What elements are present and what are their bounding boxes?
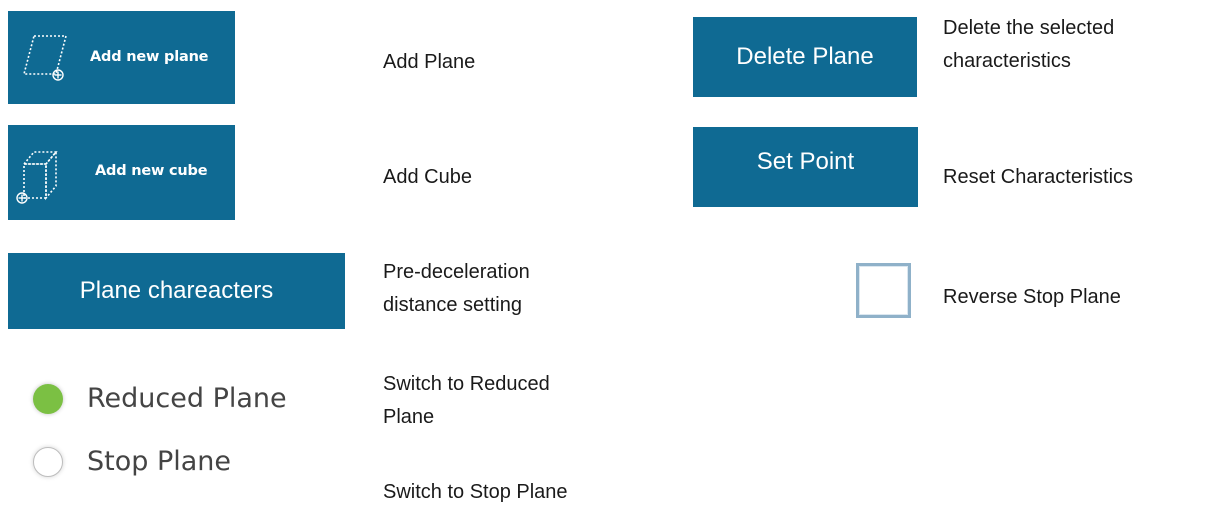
radio-reduced-plane[interactable]: Reduced Plane xyxy=(33,383,287,414)
delete-selected-line-2: characteristics xyxy=(943,50,1071,72)
plane-add-icon xyxy=(20,26,80,86)
reverse-stop-plane-checkbox[interactable] xyxy=(856,263,911,318)
pre-deceleration-line-2: distance setting xyxy=(383,294,522,316)
delete-plane-label: Delete Plane xyxy=(736,43,874,70)
radio-selected-dot xyxy=(33,383,63,414)
delete-selected-description: Delete the selected characteristics xyxy=(943,12,1114,78)
switch-reduced-description: Switch to Reduced Plane xyxy=(383,368,550,434)
delete-selected-line-1: Delete the selected xyxy=(943,17,1115,39)
radio-stop-plane[interactable]: Stop Plane xyxy=(33,446,231,477)
add-cube-description: Add Cube xyxy=(383,166,472,188)
pre-deceleration-line-1: Pre-deceleration xyxy=(383,261,530,283)
reset-characteristics-description: Reset Characteristics xyxy=(943,166,1134,188)
reduced-plane-label: Reduced Plane xyxy=(87,383,287,414)
add-new-cube-button[interactable]: Add new cube xyxy=(8,125,235,220)
plane-characters-label: Plane chareacters xyxy=(79,277,274,304)
add-new-cube-label: Add new cube xyxy=(95,163,208,179)
set-point-button[interactable]: Set Point xyxy=(693,127,918,207)
stop-plane-label: Stop Plane xyxy=(87,446,232,477)
cube-add-icon xyxy=(12,142,78,204)
plane-characters-button[interactable]: Plane chareacters xyxy=(8,253,345,329)
delete-plane-button[interactable]: Delete Plane xyxy=(693,17,917,97)
add-new-plane-label: Add new plane xyxy=(90,49,209,65)
pre-deceleration-description: Pre-deceleration distance setting xyxy=(383,256,530,322)
switch-reduced-line-1: Switch to Reduced xyxy=(383,373,550,395)
add-plane-description: Add Plane xyxy=(383,51,476,73)
switch-stop-description: Switch to Stop Plane xyxy=(383,481,568,503)
switch-reduced-line-2: Plane xyxy=(383,406,435,428)
set-point-label: Set Point xyxy=(756,148,855,175)
reverse-stop-plane-description: Reverse Stop Plane xyxy=(943,286,1121,308)
add-new-plane-button[interactable]: Add new plane xyxy=(8,11,235,104)
radio-unselected-dot xyxy=(33,446,63,477)
